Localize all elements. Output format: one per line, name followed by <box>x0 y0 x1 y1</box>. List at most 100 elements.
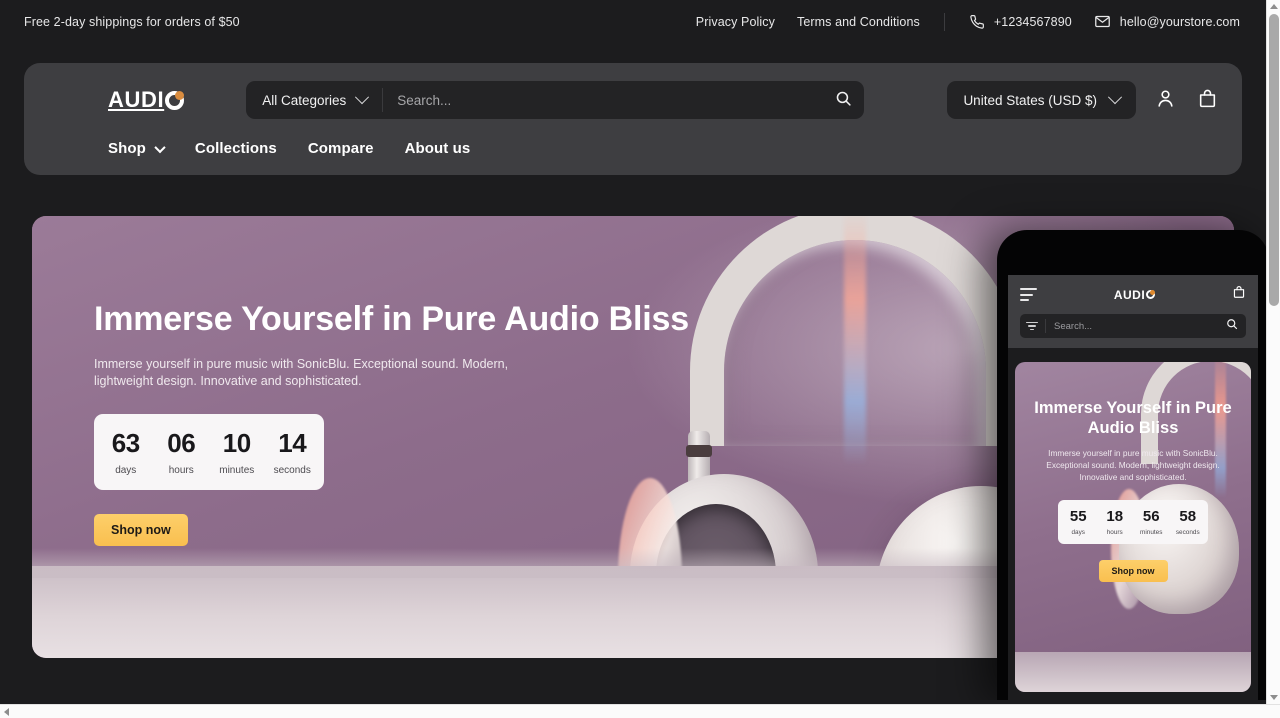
mobile-countdown-minutes: 56 minutes <box>1133 509 1170 536</box>
phone-number: +1234567890 <box>993 14 1072 29</box>
hero-content: Immerse Yourself in Pure Audio Bliss Imm… <box>94 300 794 547</box>
hero-title: Immerse Yourself in Pure Audio Bliss <box>94 300 689 338</box>
countdown-label: seconds <box>1175 528 1200 536</box>
nav-item-label: About us <box>404 140 471 157</box>
mobile-header-bar: AUDI <box>1020 285 1246 304</box>
burger-line <box>1020 293 1033 296</box>
nav-item-collections[interactable]: Collections <box>195 140 277 157</box>
scroll-left-arrow-icon[interactable] <box>4 708 9 716</box>
hamburger-menu-icon[interactable] <box>1020 288 1037 301</box>
search-field <box>383 81 822 119</box>
browser-viewport: Free 2-day shippings for orders of $50 P… <box>0 0 1280 718</box>
mobile-logo-text: AUDI <box>1113 287 1146 302</box>
mobile-logo-headphone-o-icon <box>1146 290 1156 299</box>
hero-shop-now-button[interactable]: Shop now <box>94 514 188 547</box>
horizontal-scrollbar[interactable] <box>0 704 1280 718</box>
logo-text: AUDI <box>108 87 165 112</box>
burger-line <box>1020 299 1029 301</box>
mobile-screen: AUDI Search... Immerse Yourself in Pure … <box>1008 275 1258 700</box>
mobile-search-input[interactable] <box>1054 320 1226 332</box>
search-bar: All Categories <box>246 81 865 119</box>
filter-line <box>1030 328 1034 331</box>
mobile-hero-subtitle: Immerse yourself in pure music with Soni… <box>1046 448 1220 482</box>
search-input[interactable] <box>397 92 809 108</box>
search-submit-button[interactable] <box>822 81 864 119</box>
header-actions: United States (USD $) <box>947 81 1220 119</box>
filter-line <box>1026 321 1038 324</box>
header-top-row: AUDI All Categories Search... United Sta… <box>46 81 1220 119</box>
headphone-sheen <box>844 216 866 465</box>
store-page: Free 2-day shippings for orders of $50 P… <box>0 0 1266 700</box>
announcement-links: Privacy Policy Terms and Conditions +123… <box>696 12 1240 31</box>
mobile-cart-icon[interactable] <box>1232 285 1246 304</box>
phone-contact[interactable]: +1234567890 <box>969 14 1072 30</box>
countdown-value: 14 <box>278 428 307 459</box>
nav-item-shop[interactable]: Shop <box>108 140 166 157</box>
countdown-label: days <box>115 465 137 477</box>
country-currency-select[interactable]: United States (USD $) <box>947 81 1136 119</box>
countdown-label: days <box>1071 528 1086 536</box>
email-address: hello@yourstore.com <box>1119 14 1240 29</box>
countdown-label: seconds <box>273 465 311 477</box>
privacy-policy-link[interactable]: Privacy Policy <box>696 15 775 29</box>
countdown-days: 63 days <box>98 430 154 476</box>
category-select-value: All Categories <box>262 92 347 108</box>
nav-item-label: Collections <box>194 140 277 157</box>
vertical-scrollbar[interactable] <box>1266 0 1280 704</box>
country-select-value: United States (USD $) <box>963 92 1097 108</box>
countdown-minutes: 10 minutes <box>209 430 265 476</box>
countdown-label: minutes <box>1140 528 1163 536</box>
countdown-value: 58 <box>1179 507 1197 525</box>
mobile-logo-accent-dot <box>1150 290 1156 295</box>
hero-subtitle: Immerse yourself in pure music with Soni… <box>94 357 509 388</box>
vertical-scrollbar-thumb[interactable] <box>1269 14 1279 306</box>
mobile-header: AUDI <box>1008 275 1258 348</box>
mobile-hero-floor <box>1015 652 1251 692</box>
countdown-value: 10 <box>222 428 251 459</box>
scroll-down-arrow-icon[interactable] <box>1270 695 1278 700</box>
countdown-value: 18 <box>1106 507 1124 525</box>
mobile-countdown-timer: 55 days 18 hours 56 minutes 58 seconds <box>1058 499 1208 544</box>
mobile-hero-content: Immerse Yourself in Pure Audio Bliss Imm… <box>1015 362 1251 582</box>
mobile-search-icon[interactable] <box>1226 317 1238 335</box>
terms-and-conditions-link[interactable]: Terms and Conditions <box>797 15 920 29</box>
cart-button[interactable] <box>1194 87 1220 113</box>
main-navigation: Shop Collections Compare About us <box>46 119 1220 159</box>
mobile-hero-banner: Immerse Yourself in Pure Audio Bliss Imm… <box>1015 362 1251 692</box>
nav-item-about-us[interactable]: About us <box>405 140 471 157</box>
mobile-hero-title: Immerse Yourself in Pure Audio Bliss <box>1034 399 1232 438</box>
shopping-bag-icon <box>1197 88 1218 112</box>
scroll-up-arrow-icon[interactable] <box>1270 4 1278 9</box>
countdown-value: 56 <box>1142 507 1160 525</box>
user-icon <box>1155 88 1176 112</box>
divider <box>943 12 945 31</box>
account-button[interactable] <box>1152 87 1178 113</box>
nav-item-compare[interactable]: Compare <box>308 140 374 157</box>
nav-item-label: Shop <box>108 140 146 157</box>
chevron-down-icon <box>355 90 370 105</box>
mobile-shop-now-button[interactable]: Shop now <box>1098 559 1168 582</box>
mobile-countdown-days: 55 days <box>1060 509 1097 536</box>
countdown-seconds: 14 seconds <box>265 430 321 476</box>
mobile-search-bar <box>1020 314 1246 338</box>
mobile-device-preview: AUDI Search... Immerse Yourself in Pure … <box>997 230 1266 700</box>
nav-item-label: Compare <box>307 140 374 157</box>
countdown-value: 55 <box>1069 507 1087 525</box>
mobile-countdown-hours: 18 hours <box>1097 509 1134 536</box>
site-logo[interactable]: AUDI <box>46 87 188 113</box>
countdown-value: 06 <box>167 428 196 459</box>
announcement-bar: Free 2-day shippings for orders of $50 P… <box>0 0 1266 43</box>
countdown-hours: 06 hours <box>154 430 210 476</box>
envelope-icon <box>1094 13 1111 30</box>
divider <box>1045 319 1046 333</box>
logo-headphone-o-icon <box>165 90 185 110</box>
filter-icon[interactable] <box>1026 321 1038 331</box>
mobile-site-logo[interactable]: AUDI <box>1113 287 1156 302</box>
filter-line <box>1028 325 1036 327</box>
search-icon <box>835 90 852 110</box>
category-select[interactable]: All Categories <box>246 81 384 119</box>
email-contact[interactable]: hello@yourstore.com <box>1094 13 1240 30</box>
mobile-countdown-seconds: 58 seconds <box>1170 509 1207 536</box>
logo-accent-dot <box>175 90 185 100</box>
chevron-down-icon <box>154 141 166 153</box>
